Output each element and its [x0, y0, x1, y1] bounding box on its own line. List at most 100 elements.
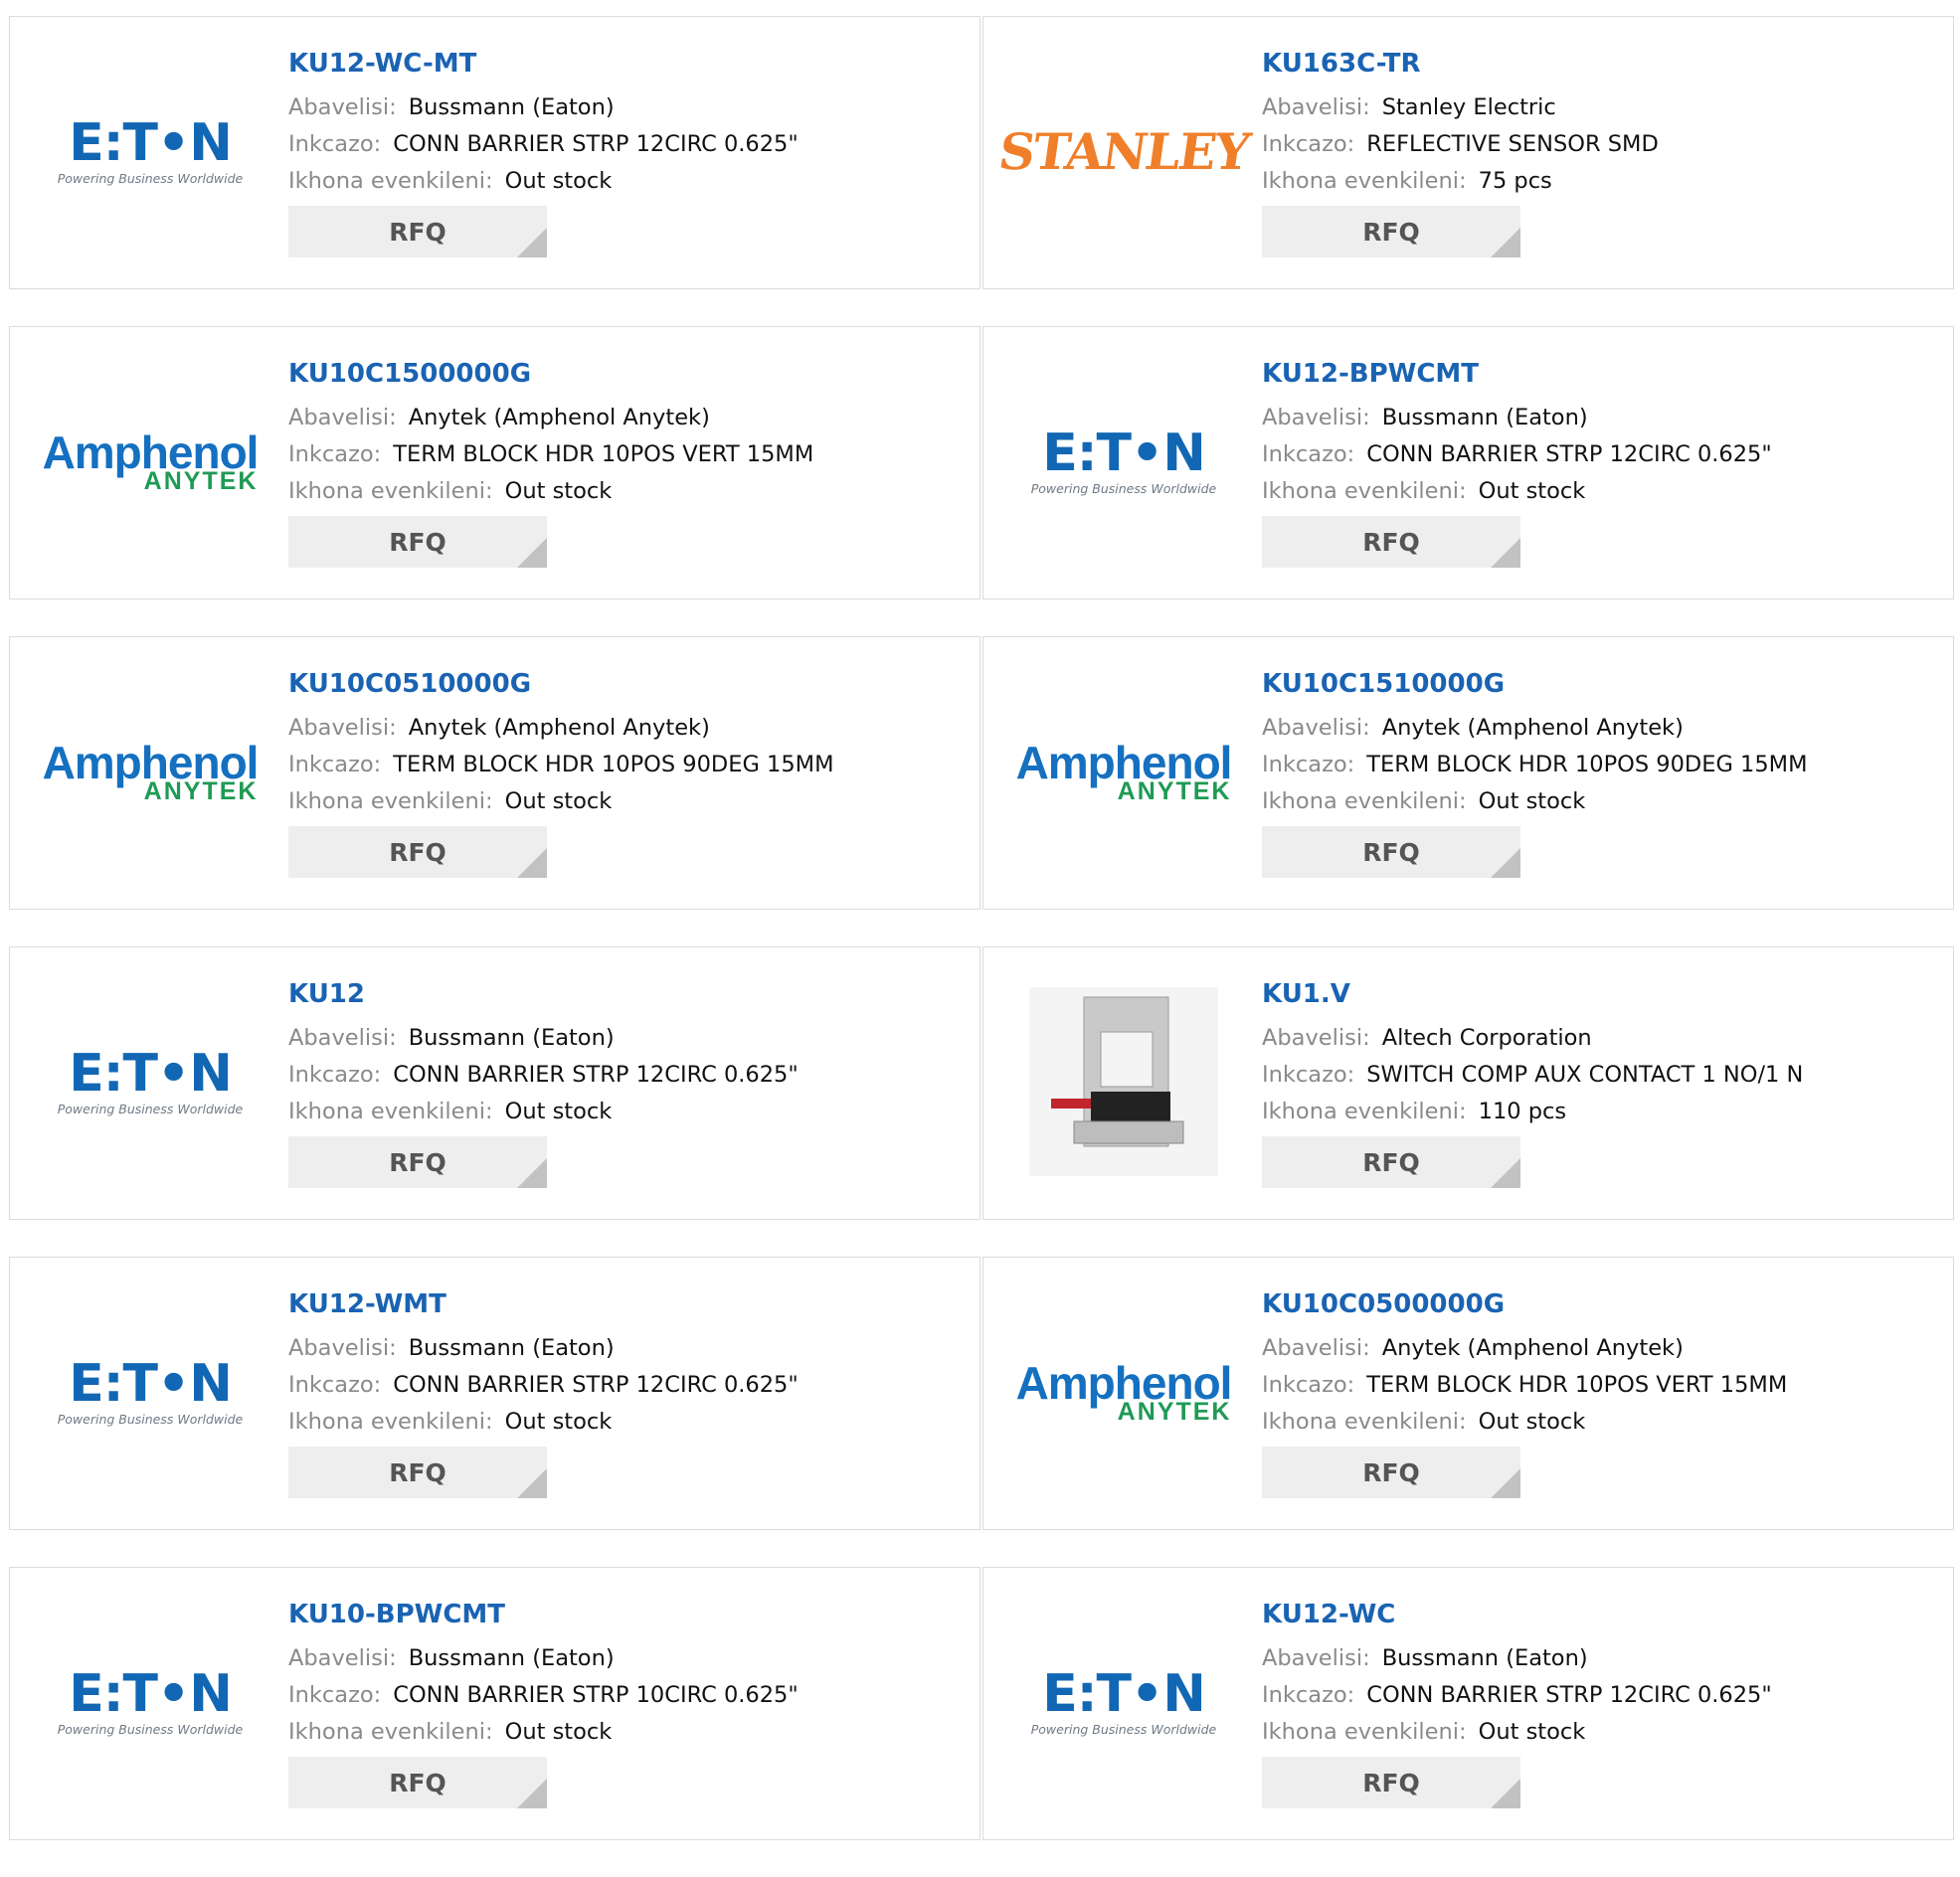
product-card: STANLEY KU163C-TR Abavelisi: Stanley Electr…	[982, 16, 1954, 289]
stock-label: Ikhona evenkileni:	[1262, 478, 1467, 504]
manufacturer-logo: E:T•N Powering Business Worldwide	[46, 1608, 255, 1796]
amphenol-anytek-logo: Amphenol ANYTEK	[1016, 740, 1233, 805]
eaton-logo: E:T•N Powering Business Worldwide	[58, 1668, 244, 1737]
rfq-button[interactable]: RFQ	[1262, 1447, 1520, 1498]
manufacturer-line: Abavelisi: Anytek (Amphenol Anytek)	[288, 400, 960, 436]
manufacturer-label: Abavelisi:	[288, 405, 397, 430]
part-number-link[interactable]: KU12-WMT	[288, 1287, 960, 1321]
part-number-link[interactable]: KU12-BPWCMT	[1262, 357, 1933, 391]
manufacturer-value: Anytek (Amphenol Anytek)	[1381, 715, 1684, 741]
description-line: Inkcazo: TERM BLOCK HDR 10POS 90DEG 15MM	[288, 747, 960, 783]
manufacturer-label: Abavelisi:	[1262, 1645, 1370, 1671]
part-number-link[interactable]: KU1.V	[1262, 977, 1933, 1011]
part-number-link[interactable]: KU12-WC-MT	[288, 47, 960, 81]
stock-value: 75 pcs	[1478, 168, 1552, 194]
stock-line: Ikhona evenkileni: Out stock	[1262, 1404, 1933, 1441]
rfq-button[interactable]: RFQ	[288, 826, 547, 878]
base-plate	[1073, 1120, 1184, 1144]
stock-value: Out stock	[504, 1409, 613, 1435]
manufacturer-value: Bussmann (Eaton)	[408, 1335, 615, 1361]
part-number-link[interactable]: KU10C1500000G	[288, 357, 960, 391]
description-value: SWITCH COMP AUX CONTACT 1 NO/1 N	[1366, 1062, 1804, 1088]
manufacturer-line: Abavelisi: Bussmann (Eaton)	[288, 1020, 960, 1057]
part-number-link[interactable]: KU163C-TR	[1262, 47, 1933, 81]
manufacturer-label: Abavelisi:	[1262, 715, 1370, 741]
stock-label: Ikhona evenkileni:	[288, 1099, 493, 1124]
eaton-logo: E:T•N Powering Business Worldwide	[58, 117, 244, 186]
part-number-link[interactable]: KU12	[288, 977, 960, 1011]
manufacturer-value: Bussmann (Eaton)	[1381, 405, 1588, 430]
description-line: Inkcazo: CONN BARRIER STRP 12CIRC 0.625"	[1262, 436, 1933, 473]
product-card: E:T•N Powering Business Worldwide KU12 Abav…	[9, 946, 980, 1220]
manufacturer-line: Abavelisi: Anytek (Amphenol Anytek)	[288, 710, 960, 747]
stock-label: Ikhona evenkileni:	[288, 1409, 493, 1435]
rfq-button[interactable]: RFQ	[1262, 826, 1520, 878]
stock-label: Ikhona evenkileni:	[1262, 788, 1467, 814]
description-line: Inkcazo: TERM BLOCK HDR 10POS VERT 15MM	[288, 436, 960, 473]
part-number-link[interactable]: KU10-BPWCMT	[288, 1598, 960, 1631]
rfq-button[interactable]: RFQ	[1262, 206, 1520, 257]
stock-value: Out stock	[504, 1099, 613, 1124]
stock-label: Ikhona evenkileni:	[288, 478, 493, 504]
stock-value: Out stock	[504, 1719, 613, 1745]
product-row: E:T•N Powering Business Worldwide KU12-WMT…	[9, 1257, 1955, 1530]
part-number-link[interactable]: KU10C1510000G	[1262, 667, 1933, 701]
stock-label: Ikhona evenkileni:	[288, 788, 493, 814]
stock-label: Ikhona evenkileni:	[1262, 1409, 1467, 1435]
product-card: KU1.V Abavelisi: Altech Corporation Inkcazo…	[982, 946, 1954, 1220]
rfq-button[interactable]: RFQ	[288, 1757, 547, 1808]
stock-line: Ikhona evenkileni: Out stock	[1262, 473, 1933, 510]
stock-label: Ikhona evenkileni:	[1262, 1099, 1467, 1124]
stock-value: 110 pcs	[1478, 1099, 1567, 1124]
product-info: KU10C0500000G Abavelisi: Anytek (Amphenol …	[1262, 1287, 1933, 1498]
description-label: Inkcazo:	[288, 1372, 382, 1398]
bracket-window	[1100, 1031, 1154, 1088]
description-label: Inkcazo:	[288, 752, 382, 777]
rfq-button[interactable]: RFQ	[288, 206, 547, 257]
description-value: TERM BLOCK HDR 10POS VERT 15MM	[393, 441, 814, 467]
manufacturer-label: Abavelisi:	[288, 1645, 397, 1671]
description-label: Inkcazo:	[288, 1062, 382, 1088]
manufacturer-logo: Amphenol ANYTEK	[1016, 1297, 1233, 1486]
part-number-link[interactable]: KU10C0510000G	[288, 667, 960, 701]
description-line: Inkcazo: CONN BARRIER STRP 12CIRC 0.625"	[1262, 1677, 1933, 1714]
manufacturer-label: Abavelisi:	[1262, 1025, 1370, 1051]
manufacturer-logo: STANLEY	[995, 57, 1252, 246]
rfq-button[interactable]: RFQ	[288, 516, 547, 568]
eaton-logo-word: E:T•N	[69, 1663, 233, 1724]
manufacturer-logo: Amphenol ANYTEK	[43, 367, 260, 556]
product-info: KU10C0510000G Abavelisi: Anytek (Amphenol …	[288, 667, 960, 878]
anytek-logo-word: ANYTEK	[1117, 776, 1232, 805]
part-number-link[interactable]: KU10C0500000G	[1262, 1287, 1933, 1321]
rfq-button[interactable]: RFQ	[1262, 1757, 1520, 1808]
stock-line: Ikhona evenkileni: 75 pcs	[1262, 163, 1933, 200]
amphenol-anytek-logo: Amphenol ANYTEK	[43, 740, 260, 804]
eaton-logo-tagline: Powering Business Worldwide	[1030, 480, 1217, 496]
description-value: CONN BARRIER STRP 12CIRC 0.625"	[1366, 1682, 1772, 1708]
rfq-button[interactable]: RFQ	[1262, 1136, 1520, 1188]
product-info: KU12-WC-MT Abavelisi: Bussmann (Eaton) Inkc…	[288, 47, 960, 257]
stock-line: Ikhona evenkileni: Out stock	[288, 163, 960, 200]
product-card: E:T•N Powering Business Worldwide KU12-WC A…	[982, 1567, 1954, 1840]
stock-value: Out stock	[504, 788, 613, 814]
stock-label: Ikhona evenkileni:	[1262, 168, 1467, 194]
rfq-button[interactable]: RFQ	[288, 1447, 547, 1498]
product-photo	[1029, 987, 1218, 1176]
eaton-logo-word: E:T•N	[69, 1353, 233, 1414]
rfq-button[interactable]: RFQ	[1262, 516, 1520, 568]
rfq-button[interactable]: RFQ	[288, 1136, 547, 1188]
description-label: Inkcazo:	[1262, 131, 1355, 157]
part-number-link[interactable]: KU12-WC	[1262, 1598, 1933, 1631]
stock-value: Out stock	[504, 168, 613, 194]
stock-value: Out stock	[1478, 1719, 1586, 1745]
product-info: KU10C1510000G Abavelisi: Anytek (Amphenol …	[1262, 667, 1933, 878]
description-label: Inkcazo:	[1262, 752, 1355, 777]
eaton-logo-tagline: Powering Business Worldwide	[57, 1721, 244, 1737]
eaton-logo-tagline: Powering Business Worldwide	[57, 1411, 244, 1427]
stanley-logo: STANLEY	[994, 121, 1253, 181]
stock-line: Ikhona evenkileni: Out stock	[288, 1094, 960, 1130]
product-card: Amphenol ANYTEK KU10C1500000G Abavelisi: Any…	[9, 326, 980, 599]
eaton-logo-word: E:T•N	[1042, 1663, 1206, 1724]
manufacturer-logo: E:T•N Powering Business Worldwide	[1019, 367, 1228, 556]
product-info: KU12 Abavelisi: Bussmann (Eaton) Inkcazo: CO…	[288, 977, 960, 1188]
